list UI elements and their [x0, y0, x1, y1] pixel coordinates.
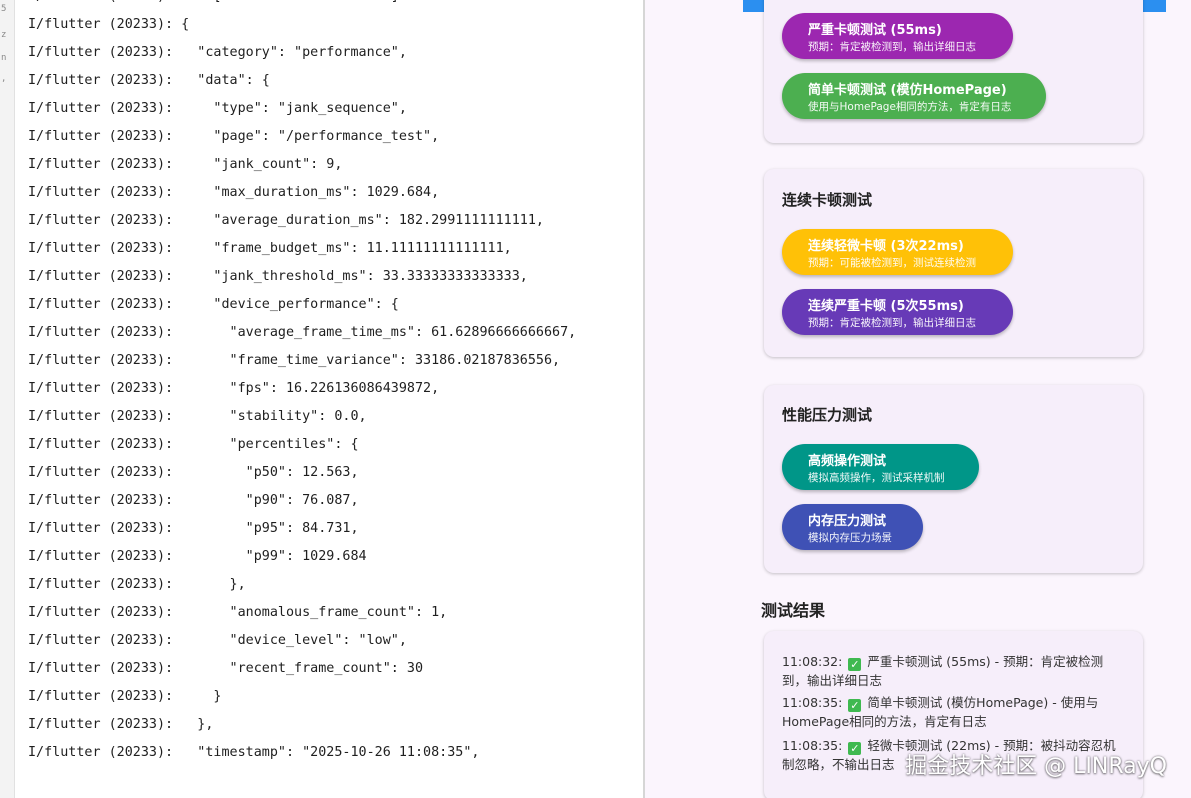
- button-label: 内存压力测试: [808, 514, 887, 529]
- results-section-title: 测试结果: [761, 601, 826, 620]
- log-line: I/flutter (20233): "device_level": "low"…: [28, 633, 407, 648]
- console-gutter: 5 z n ,: [0, 0, 15, 798]
- button-label: 连续轻微卡顿 (3次22ms): [808, 239, 964, 254]
- log-line: I/flutter (20233): "p50": 12.563,: [28, 465, 359, 480]
- check-icon: ✓: [848, 658, 862, 671]
- log-line: I/flutter (20233): "jank_threshold_ms": …: [28, 269, 528, 284]
- single-jank-card: 严重卡顿测试 (55ms) 预期：肯定被检测到，输出详细日志 简单卡顿测试 (模…: [764, 0, 1143, 143]
- log-line: I/flutter (20233): "max_duration_ms": 10…: [28, 185, 440, 200]
- result-time: 11:08:35:: [782, 695, 843, 710]
- memory-pressure-test-button[interactable]: 内存压力测试 模拟内存压力场景: [782, 504, 923, 550]
- continuous-jank-card: 连续卡顿测试 连续轻微卡顿 (3次22ms) 预期：可能被检测到，测试连续检测 …: [764, 169, 1143, 357]
- app-screen: 严重卡顿测试 (55ms) 预期：肯定被检测到，输出详细日志 简单卡顿测试 (模…: [645, 0, 1191, 798]
- log-line: I/flutter (20233): "average_frame_time_m…: [28, 325, 577, 340]
- simple-jank-test-button[interactable]: 简单卡顿测试 (模仿HomePage) 使用与HomePage相同的方法，肯定有…: [782, 73, 1046, 119]
- log-output: I/flutter (20233): --- [Flutter Monitor …: [28, 0, 576, 767]
- log-line: I/flutter (20233): },: [28, 717, 214, 732]
- log-line: I/flutter (20233): "p99": 1029.684: [28, 549, 367, 564]
- pressure-test-card: 性能压力测试 高频操作测试 模拟高频操作，测试采样机制 内存压力测试 模拟内存压…: [764, 385, 1143, 573]
- button-subtitle: 预期：肯定被检测到，输出详细日志: [808, 41, 976, 53]
- log-line: I/flutter (20233): "p90": 76.087,: [28, 493, 359, 508]
- result-item: 11:08:32: ✓ 严重卡顿测试 (55ms) - 预期：肯定被检测到，输出…: [782, 652, 1122, 690]
- gutter-mark: 5: [1, 4, 7, 14]
- result-item: 11:08:35: ✓ 简单卡顿测试 (模仿HomePage) - 使用与Hom…: [782, 693, 1122, 731]
- log-line: I/flutter (20233): "p95": 84.731,: [28, 521, 359, 536]
- high-frequency-test-button[interactable]: 高频操作测试 模拟高频操作，测试采样机制: [782, 444, 979, 490]
- continuous-light-jank-button[interactable]: 连续轻微卡顿 (3次22ms) 预期：可能被检测到，测试连续检测: [782, 229, 1013, 275]
- check-icon: ✓: [848, 742, 862, 755]
- log-line: I/flutter (20233): "percentiles": {: [28, 437, 359, 452]
- button-subtitle: 模拟高频操作，测试采样机制: [808, 472, 945, 484]
- log-line: I/flutter (20233): "frame_time_variance"…: [28, 353, 561, 368]
- button-label: 简单卡顿测试 (模仿HomePage): [808, 83, 1007, 98]
- result-time: 11:08:35:: [782, 738, 843, 753]
- button-label: 高频操作测试: [808, 454, 887, 469]
- console-pane[interactable]: 5 z n , I/flutter (20233): --- [Flutter …: [0, 0, 643, 798]
- button-label: 连续严重卡顿 (5次55ms): [808, 299, 964, 314]
- button-subtitle: 预期：可能被检测到，测试连续检测: [808, 257, 976, 269]
- card-title: 性能压力测试: [782, 406, 873, 424]
- log-line: I/flutter (20233): "frame_budget_ms": 11…: [28, 241, 512, 256]
- log-line: I/flutter (20233): "device_performance":…: [28, 297, 399, 312]
- gutter-mark: n: [1, 53, 7, 63]
- log-line: I/flutter (20233): "fps": 16.22613608643…: [28, 381, 440, 396]
- continuous-severe-jank-button[interactable]: 连续严重卡顿 (5次55ms) 预期：肯定被检测到，输出详细日志: [782, 289, 1013, 335]
- gutter-mark: ,: [1, 74, 7, 84]
- log-line: I/flutter (20233): "category": "performa…: [28, 45, 407, 60]
- log-line: I/flutter (20233): "type": "jank_sequenc…: [28, 101, 407, 116]
- log-line: I/flutter (20233): "page": "/performance…: [28, 129, 440, 144]
- card-title: 连续卡顿测试: [782, 191, 873, 209]
- log-line: I/flutter (20233): "stability": 0.0,: [28, 409, 367, 424]
- log-line: I/flutter (20233): "recent_frame_count":…: [28, 661, 424, 676]
- log-line: I/flutter (20233): "average_duration_ms"…: [28, 213, 544, 228]
- watermark: 掘金技术社区 @ LINRayQ: [905, 754, 1167, 779]
- button-label: 严重卡顿测试 (55ms): [808, 23, 942, 38]
- log-line: I/flutter (20233): --- [Flutter Monitor …: [28, 0, 576, 11]
- result-time: 11:08:32:: [782, 654, 843, 669]
- log-line: I/flutter (20233): "timestamp": "2025-10…: [28, 745, 480, 760]
- button-subtitle: 使用与HomePage相同的方法，肯定有日志: [808, 101, 1012, 113]
- log-line: I/flutter (20233): "anomalous_frame_coun…: [28, 605, 448, 620]
- log-line: I/flutter (20233): },: [28, 577, 246, 592]
- severe-jank-test-button[interactable]: 严重卡顿测试 (55ms) 预期：肯定被检测到，输出详细日志: [782, 13, 1013, 59]
- button-subtitle: 模拟内存压力场景: [808, 532, 892, 544]
- log-line: I/flutter (20233): "jank_count": 9,: [28, 157, 343, 172]
- log-line: I/flutter (20233): "data": {: [28, 73, 270, 88]
- log-line: I/flutter (20233): }: [28, 689, 222, 704]
- log-line: I/flutter (20233): {: [28, 17, 190, 32]
- button-subtitle: 预期：肯定被检测到，输出详细日志: [808, 317, 976, 329]
- check-icon: ✓: [848, 699, 862, 712]
- gutter-mark: z: [1, 30, 7, 40]
